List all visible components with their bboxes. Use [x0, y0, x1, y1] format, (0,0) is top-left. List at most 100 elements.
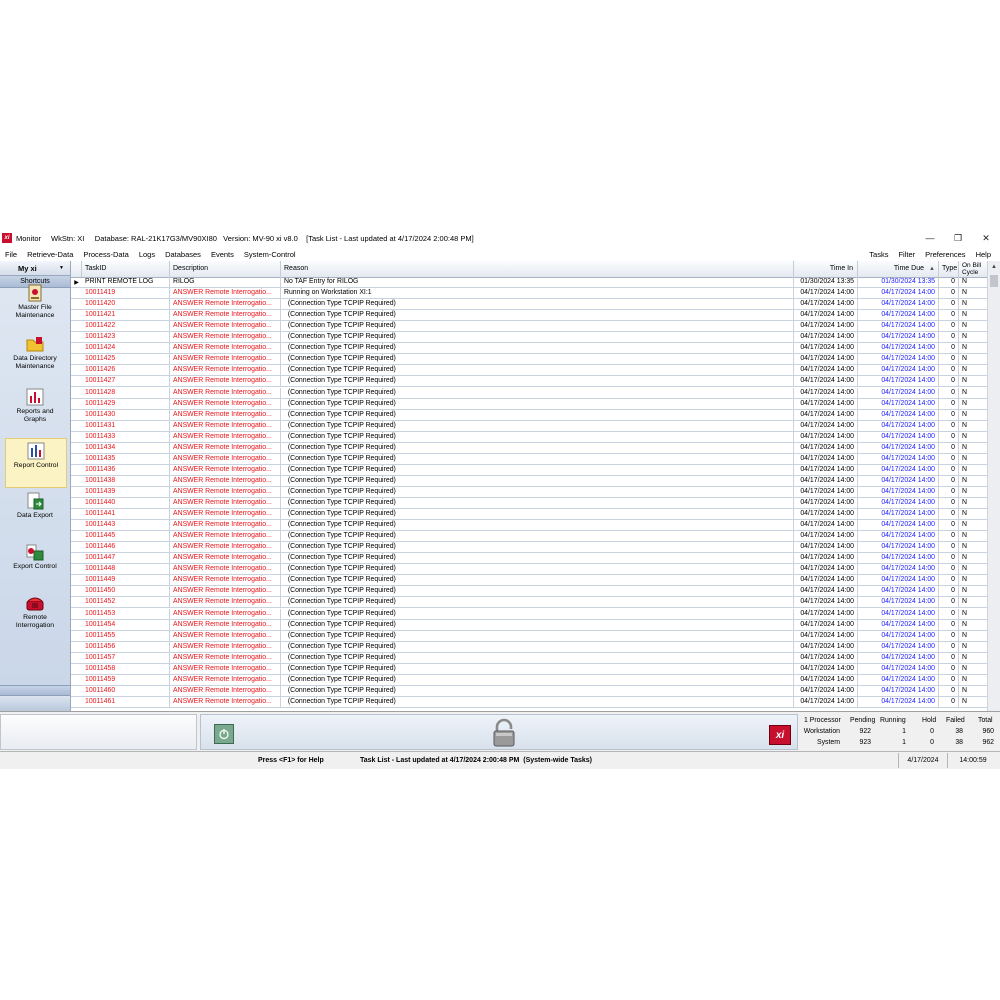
- menu-system-control[interactable]: System-Control: [239, 250, 301, 259]
- menu-file[interactable]: File: [0, 250, 22, 259]
- column-header-type[interactable]: Type: [939, 261, 959, 277]
- reason-cell: (Connection Type TCPIP Required): [281, 354, 794, 366]
- minimize-button[interactable]: —: [916, 229, 944, 247]
- table-row[interactable]: 10011449 ANSWER Remote Interrogatio... (C…: [71, 575, 988, 587]
- table-row[interactable]: 10011424 ANSWER Remote Interrogatio... (C…: [71, 343, 988, 355]
- menu-events[interactable]: Events: [206, 250, 239, 259]
- my-xi-dropdown[interactable]: My xi ▼: [0, 261, 70, 276]
- reason-cell: (Connection Type TCPIP Required): [281, 343, 794, 355]
- table-row[interactable]: 10011439 ANSWER Remote Interrogatio... (C…: [71, 486, 988, 498]
- table-row[interactable]: 10011443 ANSWER Remote Interrogatio... (C…: [71, 520, 988, 532]
- time-due-cell: 04/17/2024 14:00: [858, 288, 939, 300]
- table-row[interactable]: 10011430 ANSWER Remote Interrogatio... (C…: [71, 409, 988, 421]
- column-header-on-bill-cycle[interactable]: On Bill Cycle: [959, 261, 988, 277]
- table-row[interactable]: 10011453 ANSWER Remote Interrogatio... (C…: [71, 608, 988, 620]
- time-in-cell: 04/17/2024 14:00: [794, 288, 858, 300]
- stats-workstation-hold: 0: [930, 728, 934, 735]
- type-cell: 0: [939, 553, 959, 565]
- column-header-time-due[interactable]: Time Due ▲: [858, 261, 939, 277]
- table-row[interactable]: 10011434 ANSWER Remote Interrogatio... (C…: [71, 442, 988, 454]
- bill-cycle-cell: N: [959, 387, 988, 399]
- time-due-cell: 04/17/2024 14:00: [858, 685, 939, 697]
- table-row[interactable]: 10011425 ANSWER Remote Interrogatio... (C…: [71, 354, 988, 366]
- scroll-up-icon[interactable]: ▲: [988, 261, 1000, 273]
- shortcut-export-control[interactable]: Export Control: [5, 540, 65, 588]
- table-row[interactable]: 10011426 ANSWER Remote Interrogatio... (C…: [71, 365, 988, 377]
- table-row[interactable]: PRINT REMOTE LOG RILOG No TAF Entry for RI…: [71, 277, 988, 289]
- vertical-scrollbar[interactable]: ▲: [987, 261, 1000, 711]
- table-row[interactable]: 10011419 ANSWER Remote Interrogatio... Run…: [71, 288, 988, 300]
- menu-preferences[interactable]: Preferences: [920, 250, 970, 259]
- table-row[interactable]: 10011450 ANSWER Remote Interrogatio... (C…: [71, 586, 988, 598]
- table-row[interactable]: 10011441 ANSWER Remote Interrogatio... (C…: [71, 509, 988, 521]
- table-row[interactable]: 10011423 ANSWER Remote Interrogatio... (C…: [71, 332, 988, 344]
- reason-cell: (Connection Type TCPIP Required): [281, 299, 794, 311]
- menu-logs[interactable]: Logs: [134, 250, 160, 259]
- time-in-cell: 04/17/2024 14:00: [794, 475, 858, 487]
- description-cell: ANSWER Remote Interrogatio...: [170, 619, 281, 631]
- table-row[interactable]: 10011421 ANSWER Remote Interrogatio... (C…: [71, 310, 988, 322]
- menu-process-data[interactable]: Process-Data: [78, 250, 133, 259]
- close-button[interactable]: ✕: [972, 229, 1000, 247]
- table-row[interactable]: 10011446 ANSWER Remote Interrogatio... (C…: [71, 542, 988, 554]
- table-row[interactable]: 10011427 ANSWER Remote Interrogatio... (C…: [71, 376, 988, 388]
- table-row[interactable]: 10011429 ANSWER Remote Interrogatio... (C…: [71, 398, 988, 410]
- table-row[interactable]: 10011435 ANSWER Remote Interrogatio... (C…: [71, 453, 988, 465]
- shortcut-remote-interrogation[interactable]: Remote Interrogation: [5, 591, 65, 639]
- table-row[interactable]: 10011447 ANSWER Remote Interrogatio... (C…: [71, 553, 988, 565]
- table-row[interactable]: 10011422 ANSWER Remote Interrogatio... (C…: [71, 321, 988, 333]
- table-row[interactable]: 10011420 ANSWER Remote Interrogatio... (C…: [71, 299, 988, 311]
- table-row[interactable]: 10011431 ANSWER Remote Interrogatio... (C…: [71, 420, 988, 432]
- table-row[interactable]: 10011436 ANSWER Remote Interrogatio... (C…: [71, 464, 988, 476]
- type-cell: 0: [939, 597, 959, 609]
- column-header-reason[interactable]: Reason: [281, 261, 794, 277]
- menu-filter[interactable]: Filter: [893, 250, 920, 259]
- menu-databases[interactable]: Databases: [160, 250, 206, 259]
- shortcut-master-file-maintenance[interactable]: Master File Maintenance: [5, 281, 65, 329]
- power-button[interactable]: [214, 724, 234, 744]
- type-cell: 0: [939, 354, 959, 366]
- table-row[interactable]: 10011452 ANSWER Remote Interrogatio... (C…: [71, 597, 988, 609]
- shortcut-reports-and-graphs[interactable]: Reports and Graphs: [5, 385, 65, 433]
- sidebar-splitter[interactable]: [0, 685, 70, 695]
- table-row[interactable]: 10011455 ANSWER Remote Interrogatio... (C…: [71, 630, 988, 642]
- table-row[interactable]: 10011460 ANSWER Remote Interrogatio... (C…: [71, 685, 988, 697]
- column-header-time-in[interactable]: Time In: [794, 261, 858, 277]
- shortcut-report-control[interactable]: Report Control: [5, 438, 67, 488]
- restore-button[interactable]: ❐: [944, 229, 972, 247]
- menu-help[interactable]: Help: [971, 250, 996, 259]
- time-in-cell: 04/17/2024 14:00: [794, 586, 858, 598]
- table-row[interactable]: 10011458 ANSWER Remote Interrogatio... (C…: [71, 663, 988, 675]
- reason-cell: No TAF Entry for RILOG: [281, 277, 794, 288]
- table-row[interactable]: 10011457 ANSWER Remote Interrogatio... (C…: [71, 652, 988, 664]
- sidebar-footer: [0, 695, 70, 711]
- table-row[interactable]: 10011454 ANSWER Remote Interrogatio... (C…: [71, 619, 988, 631]
- reason-cell: Running on Workstation XI:1: [281, 288, 794, 300]
- table-row[interactable]: 10011459 ANSWER Remote Interrogatio... (C…: [71, 674, 988, 686]
- table-row[interactable]: 10011461 ANSWER Remote Interrogatio... (C…: [71, 696, 988, 708]
- table-row[interactable]: 10011445 ANSWER Remote Interrogatio... (C…: [71, 531, 988, 543]
- scroll-thumb[interactable]: [990, 275, 998, 287]
- type-cell: 0: [939, 464, 959, 476]
- table-row[interactable]: 10011428 ANSWER Remote Interrogatio... (C…: [71, 387, 988, 399]
- column-header-taskid[interactable]: TaskID: [82, 261, 170, 277]
- description-cell: ANSWER Remote Interrogatio...: [170, 475, 281, 487]
- menu-retrieve-data[interactable]: Retrieve-Data: [22, 250, 78, 259]
- table-row[interactable]: 10011438 ANSWER Remote Interrogatio... (C…: [71, 475, 988, 487]
- table-row[interactable]: 10011448 ANSWER Remote Interrogatio... (C…: [71, 564, 988, 576]
- table-row[interactable]: 10011440 ANSWER Remote Interrogatio... (C…: [71, 498, 988, 510]
- time-due-cell: 04/17/2024 14:00: [858, 332, 939, 344]
- column-header-description[interactable]: Description: [170, 261, 281, 277]
- time-in-cell: 04/17/2024 14:00: [794, 564, 858, 576]
- padlock-icon[interactable]: [489, 718, 519, 748]
- menu-tasks[interactable]: Tasks: [864, 250, 893, 259]
- table-row[interactable]: 10011433 ANSWER Remote Interrogatio... (C…: [71, 431, 988, 443]
- time-due-cell: 04/17/2024 14:00: [858, 453, 939, 465]
- reason-cell: (Connection Type TCPIP Required): [281, 365, 794, 377]
- shortcut-data-directory-maintenance[interactable]: Data Directory Maintenance: [5, 332, 65, 380]
- time-due-cell: 04/17/2024 14:00: [858, 321, 939, 333]
- task-id-cell: 10011454: [82, 619, 170, 631]
- shortcut-data-export[interactable]: Data Export: [5, 489, 65, 537]
- table-row[interactable]: 10011456 ANSWER Remote Interrogatio... (C…: [71, 641, 988, 653]
- bill-cycle-cell: N: [959, 498, 988, 509]
